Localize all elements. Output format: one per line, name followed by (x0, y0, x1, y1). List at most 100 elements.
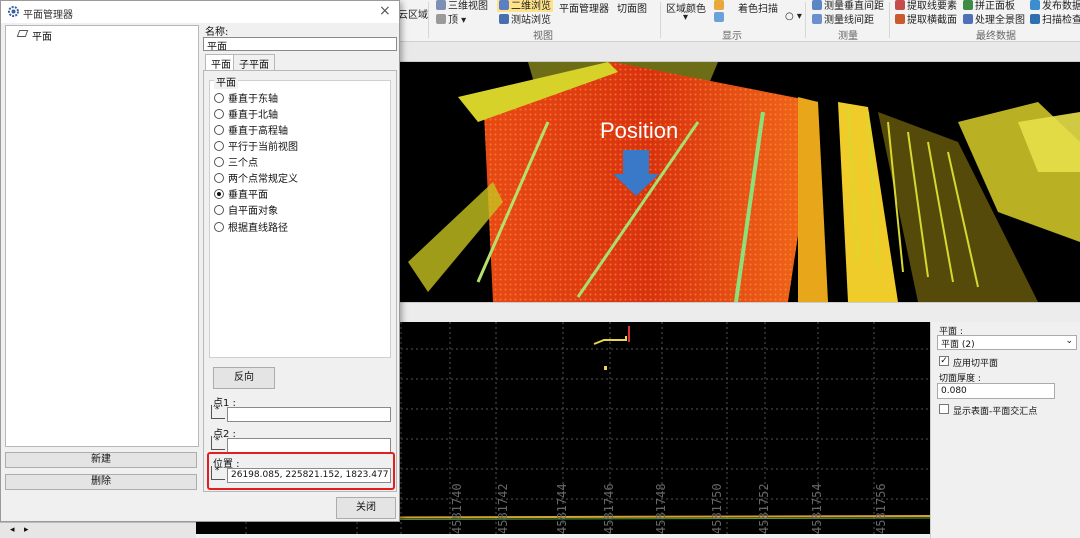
reverse-button[interactable]: 反向 (213, 367, 275, 389)
dialog-title: 平面管理器 (23, 10, 73, 21)
radio[interactable] (214, 173, 224, 183)
option-parallel-view[interactable]: 平行于当前视图 (214, 138, 298, 153)
option-label: 垂直平面 (228, 190, 268, 201)
radio[interactable] (214, 157, 224, 167)
radio[interactable] (214, 125, 224, 135)
tick-label: 4581750 (710, 483, 724, 534)
close-icon[interactable]: × (379, 3, 391, 19)
color-scan-icon[interactable] (714, 12, 724, 22)
radio[interactable] (214, 109, 224, 119)
tick-label: 4581748 (654, 483, 668, 534)
option-label: 自平面对象 (228, 206, 278, 217)
option-label: 两个点常规定义 (228, 174, 298, 185)
option-perp-elevation[interactable]: 垂直于高程轴 (214, 122, 288, 137)
ruler-icon (812, 0, 822, 10)
tick-label: 4581742 (496, 483, 510, 534)
section-settings-panel: 平面 : 平面 (2) ⌄ ✓ 应用切平面 切面厚度 : 0.080 显示表面-… (930, 322, 1080, 538)
group-label-measure: 测量 (838, 31, 858, 42)
ribbon-separator (805, 2, 806, 38)
extract-icon (895, 0, 905, 10)
view-tab-strip (398, 42, 1080, 62)
ribbon-measure-line[interactable]: 测量线间距 (812, 11, 874, 26)
scroll-right-icon[interactable]: ▸ (24, 525, 29, 535)
plane-select[interactable]: 平面 (2) ⌄ (937, 335, 1077, 350)
image-icon (499, 14, 509, 24)
option-perp-north[interactable]: 垂直于北轴 (214, 106, 278, 121)
option-label: 垂直于高程轴 (228, 126, 288, 137)
pick-point-icon[interactable]: * (211, 436, 225, 450)
tick-label: 4581752 (757, 483, 771, 534)
tick-label: 4581746 (602, 483, 616, 534)
ribbon-station-browse[interactable]: 测站浏览 (499, 11, 551, 26)
apply-cut-checkbox[interactable]: ✓ (939, 356, 949, 366)
plane-group-label: 平面 (214, 74, 238, 89)
cube-top-icon (436, 14, 446, 24)
plane-manager-dialog: 平面管理器 × 平面 名称: 平面 平面 子平面 平面 垂直于东轴 垂直于北轴 … (0, 0, 400, 522)
point2-input[interactable] (227, 438, 391, 453)
image-icon (499, 0, 509, 10)
show-intersection-checkbox[interactable] (939, 404, 949, 414)
option-by-line-path[interactable]: 根据直线路径 (214, 219, 288, 234)
scan-check-icon (1030, 14, 1040, 24)
tick-label: 4581744 (555, 483, 569, 534)
name-input[interactable]: 平面 (203, 37, 397, 51)
ribbon-process-panorama[interactable]: 处理全景图 (963, 11, 1025, 26)
tick-label: 4581754 (810, 483, 824, 534)
plane-icon (16, 30, 29, 37)
option-two-points[interactable]: 两个点常规定义 (214, 170, 298, 185)
dialog-titlebar[interactable]: 平面管理器 × (1, 1, 399, 23)
option-three-points[interactable]: 三个点 (214, 154, 258, 169)
ribbon-separator (660, 2, 661, 38)
cube-icon (436, 0, 446, 10)
ribbon-circle-dropdown[interactable]: ○ ▾ (785, 11, 802, 22)
delete-button[interactable]: 删除 (5, 474, 197, 490)
option-from-plane-object[interactable]: 自平面对象 (214, 202, 278, 217)
bottom-scrollbar[interactable]: ◂ ▸ (0, 522, 196, 538)
radio[interactable] (214, 222, 224, 232)
close-button[interactable]: 关闭 (336, 497, 396, 519)
ribbon-color-scan[interactable]: 着色扫描 (738, 0, 778, 15)
ribbon-plane-manager[interactable]: 平面管理器 (559, 0, 609, 15)
ribbon-separator (889, 2, 890, 38)
point-cloud-render (398, 62, 1080, 302)
show-intersection-label: 显示表面-平面交汇点 (953, 407, 1038, 417)
option-perp-east[interactable]: 垂直于东轴 (214, 90, 278, 105)
ribbon-extract-crosssection[interactable]: 提取横截面 (895, 11, 957, 26)
view-divider[interactable] (398, 302, 1080, 322)
ribbon-section-view[interactable]: 切面图 (617, 0, 647, 15)
thickness-input[interactable]: 0.080 (937, 383, 1055, 399)
palette-icon[interactable] (714, 0, 724, 10)
ribbon-top-view[interactable]: 顶 ▾ (436, 11, 466, 26)
crosssection-icon (895, 14, 905, 24)
group-label-display: 显示 (722, 31, 742, 42)
ribbon-yunquyu[interactable]: 云区域 (398, 6, 428, 21)
plane-tree[interactable]: 平面 (5, 25, 199, 447)
new-button[interactable]: 新建 (5, 452, 197, 468)
radio-selected[interactable] (214, 189, 224, 199)
gear-icon (8, 6, 19, 17)
point1-input[interactable] (227, 407, 391, 422)
name-label: 名称: (205, 27, 229, 38)
radio[interactable] (214, 205, 224, 215)
tab-subplane[interactable]: 子平面 (233, 54, 275, 71)
ribbon-separator (428, 2, 429, 38)
position-highlight-box (207, 452, 395, 490)
radio[interactable] (214, 141, 224, 151)
radio[interactable] (214, 93, 224, 103)
ribbon-region-color-dropdown[interactable]: ▾ (683, 12, 688, 23)
plane-select-value: 平面 (2) (941, 340, 975, 350)
scroll-left-icon[interactable]: ◂ (10, 525, 15, 535)
chevron-down-icon: ⌄ (1065, 336, 1073, 346)
option-vertical-plane[interactable]: 垂直平面 (214, 186, 268, 201)
panorama-icon (963, 14, 973, 24)
tree-item-plane[interactable]: 平面 (16, 28, 52, 43)
ribbon-scan-check[interactable]: 扫描检查 (1030, 11, 1080, 26)
option-label: 垂直于北轴 (228, 110, 278, 121)
option-label: 根据直线路径 (228, 223, 288, 234)
option-label: 平行于当前视图 (228, 142, 298, 153)
position-annotation: Position (600, 118, 679, 143)
pick-point-icon[interactable]: * (211, 405, 225, 419)
publish-icon (1030, 0, 1040, 10)
tick-label: 4581756 (874, 483, 888, 534)
point-cloud-view[interactable]: Position (398, 62, 1080, 302)
